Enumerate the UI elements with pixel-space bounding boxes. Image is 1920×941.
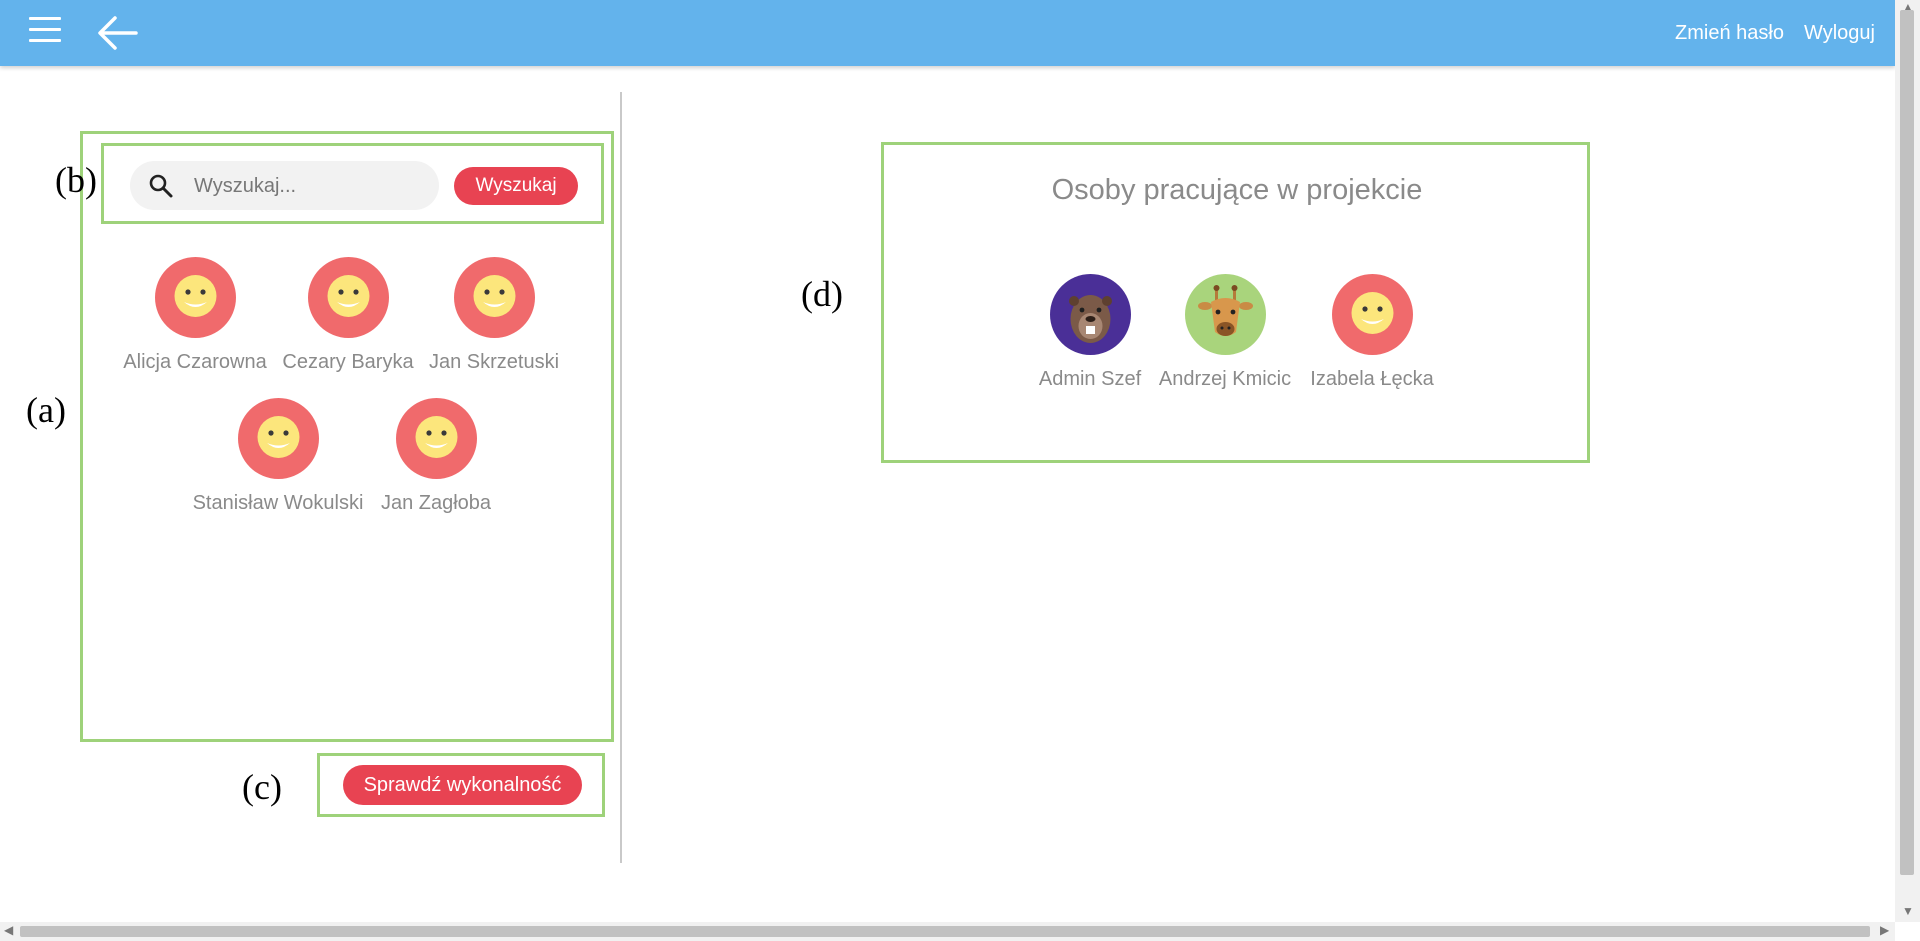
smiley-avatar-icon	[1331, 274, 1413, 355]
scroll-down-arrow-icon[interactable]: ▼	[1902, 904, 1914, 918]
vertical-divider	[620, 92, 622, 863]
smiley-avatar-icon	[307, 257, 389, 338]
horizontal-scroll-thumb[interactable]	[20, 926, 1870, 937]
scroll-right-arrow-icon[interactable]: ▶	[1880, 923, 1889, 937]
arrow-left-icon[interactable]	[96, 14, 138, 52]
person-card[interactable]: Jan Zagłoba	[336, 398, 536, 515]
giraffe-avatar-icon	[1184, 274, 1266, 355]
vertical-scrollbar[interactable]: ▲ ▼	[1895, 0, 1920, 922]
vertical-scroll-thumb[interactable]	[1900, 10, 1914, 875]
check-performance-button[interactable]: Sprawdź wykonalność	[343, 765, 582, 805]
hamburger-menu-icon[interactable]	[29, 17, 61, 43]
logout-link[interactable]: Wyloguj	[1804, 22, 1875, 45]
member-name: Izabela Łęcka	[1310, 368, 1434, 390]
annotation-label-d: (d)	[801, 274, 843, 314]
smiley-avatar-icon	[453, 257, 535, 338]
change-password-link[interactable]: Zmień hasło	[1675, 22, 1784, 45]
search-icon	[148, 173, 174, 199]
search-button[interactable]: Wyszukaj	[454, 167, 578, 205]
person-name: Jan Skrzetuski	[428, 351, 560, 373]
scroll-left-arrow-icon[interactable]: ◀	[4, 923, 13, 937]
top-app-bar: Zmień hasło Wyloguj	[0, 0, 1895, 66]
smiley-avatar-icon	[154, 257, 236, 338]
smiley-avatar-icon	[237, 398, 319, 479]
search-field	[130, 161, 439, 210]
person-name: Jan Zagłoba	[380, 492, 492, 514]
annotation-label-c: (c)	[242, 767, 282, 807]
search-input[interactable]	[192, 170, 426, 202]
person-card[interactable]: Jan Skrzetuski	[394, 257, 594, 374]
horizontal-scrollbar[interactable]: ◀ ▶	[0, 922, 1895, 941]
annotation-label-b: (b)	[55, 160, 97, 200]
annotation-label-a: (a)	[26, 390, 66, 430]
smiley-avatar-icon	[395, 398, 477, 479]
member-card[interactable]: Izabela Łęcka	[1272, 274, 1472, 391]
project-panel-title: Osoby pracujące w projekcie	[1051, 174, 1423, 206]
beaver-avatar-icon	[1049, 274, 1131, 355]
